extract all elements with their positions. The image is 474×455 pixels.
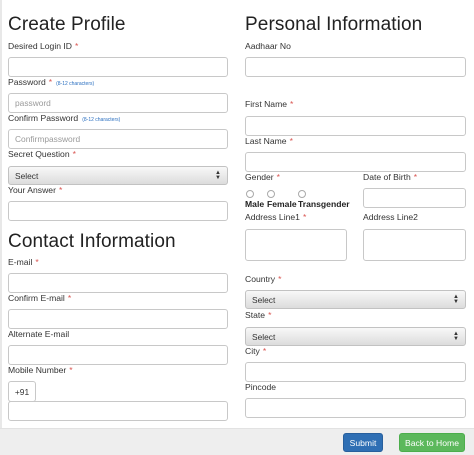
- country-label: Country *: [245, 274, 282, 284]
- country-select[interactable]: Select ▲ ▼: [245, 290, 466, 309]
- dob-label: Date of Birth *: [363, 172, 418, 182]
- last-name-label: Last Name *: [245, 136, 293, 146]
- required-marker: *: [289, 136, 293, 146]
- secret-question-label: Secret Question *: [8, 149, 76, 159]
- country-value: Select: [252, 294, 276, 305]
- gender-male-label: Male: [245, 199, 265, 209]
- required-marker: *: [69, 365, 73, 375]
- create-profile-heading: Create Profile: [8, 14, 126, 35]
- alternate-email-label: Alternate E-mail: [8, 329, 70, 339]
- login-id-input[interactable]: [8, 57, 228, 77]
- password-input[interactable]: [8, 93, 228, 113]
- confirm-email-label: Confirm E-mail *: [8, 293, 72, 303]
- alternate-email-input[interactable]: [8, 345, 228, 365]
- city-input[interactable]: [245, 362, 466, 382]
- mobile-number-label: Mobile Number *: [8, 365, 73, 375]
- gender-male-radio[interactable]: [246, 190, 254, 198]
- first-name-label: First Name *: [245, 99, 294, 109]
- pincode-input[interactable]: [245, 398, 466, 418]
- aadhaar-input[interactable]: [245, 57, 466, 77]
- select-arrows-icon: ▲ ▼: [453, 330, 459, 342]
- state-value: Select: [252, 331, 276, 342]
- answer-input[interactable]: [8, 201, 228, 221]
- select-arrows-icon: ▲ ▼: [453, 293, 459, 305]
- confirm-email-input[interactable]: [8, 309, 228, 329]
- answer-label: Your Answer *: [8, 185, 63, 195]
- required-marker: *: [278, 274, 282, 284]
- address-line1-label: Address Line1 *: [245, 212, 307, 222]
- pincode-label: Pincode: [245, 382, 277, 392]
- confirm-password-label: Confirm Password (8-12 characters): [8, 113, 121, 123]
- confirm-password-hint: (8-12 characters): [82, 117, 121, 123]
- dob-input[interactable]: [363, 188, 466, 208]
- login-id-label: Desired Login ID *: [8, 41, 79, 51]
- required-marker: *: [268, 310, 272, 320]
- confirm-password-input[interactable]: [8, 129, 228, 149]
- email-input[interactable]: [8, 273, 228, 293]
- password-hint: (8-12 characters): [56, 81, 95, 87]
- first-name-input[interactable]: [245, 116, 466, 136]
- gender-female-label: Female: [267, 199, 297, 209]
- required-marker: *: [35, 257, 39, 267]
- state-select[interactable]: Select ▲ ▼: [245, 327, 466, 346]
- secret-question-select[interactable]: Select ▲ ▼: [8, 166, 228, 185]
- city-label: City *: [245, 346, 267, 356]
- required-marker: *: [75, 41, 79, 51]
- gender-transgender-radio[interactable]: [298, 190, 306, 198]
- back-to-home-button[interactable]: Back to Home: [399, 433, 465, 452]
- required-marker: *: [302, 212, 307, 222]
- gender-transgender-label: Transgender: [298, 199, 350, 209]
- personal-information-heading: Personal Information: [245, 14, 423, 35]
- secret-question-value: Select: [15, 170, 39, 181]
- gender-label: Gender *: [245, 172, 281, 182]
- submit-button[interactable]: Submit: [343, 433, 383, 452]
- required-marker: *: [262, 346, 267, 356]
- email-label: E-mail *: [8, 257, 39, 267]
- contact-information-heading: Contact Information: [8, 231, 176, 252]
- required-marker: *: [67, 293, 72, 303]
- form-footer: Submit Back to Home: [0, 428, 474, 455]
- required-marker: *: [290, 99, 294, 109]
- password-label: Password * (8-12 characters): [8, 77, 95, 87]
- left-border: [0, 0, 2, 428]
- address-line1-textarea[interactable]: [245, 229, 347, 261]
- required-marker: *: [58, 185, 63, 195]
- required-marker: *: [276, 172, 281, 182]
- last-name-input[interactable]: [245, 152, 466, 172]
- address-line2-textarea[interactable]: [363, 229, 466, 261]
- gender-female-radio[interactable]: [267, 190, 275, 198]
- aadhaar-label: Aadhaar No: [245, 41, 291, 51]
- required-marker: *: [48, 77, 53, 87]
- required-marker: *: [413, 172, 418, 182]
- state-label: State *: [245, 310, 272, 320]
- required-marker: *: [72, 149, 76, 159]
- select-arrows-icon: ▲ ▼: [215, 169, 221, 181]
- mobile-number-input[interactable]: [8, 401, 228, 421]
- address-line2-label: Address Line2: [363, 212, 418, 222]
- country-code-addon: +91: [8, 381, 36, 402]
